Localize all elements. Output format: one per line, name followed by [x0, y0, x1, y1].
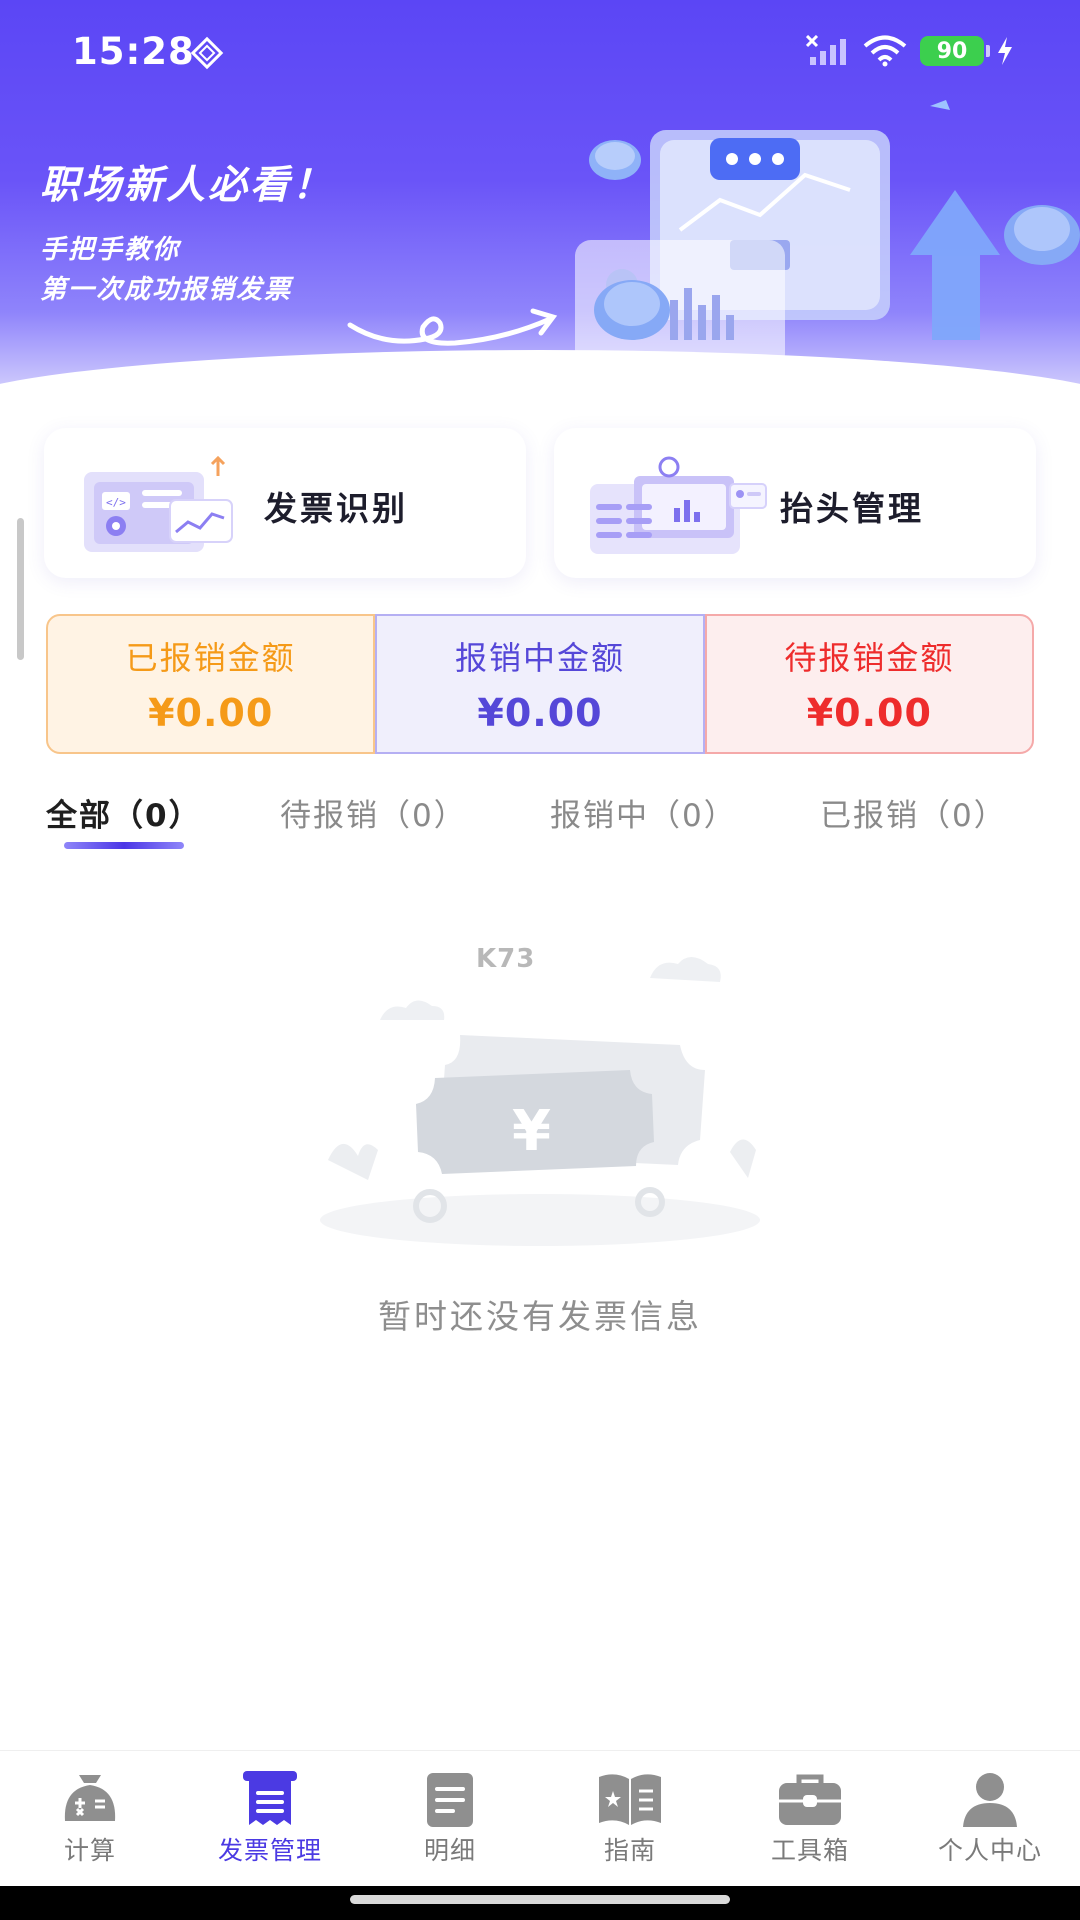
calculator-bag-icon: [64, 1775, 116, 1821]
promo-banner[interactable]: 15:28 90 职场新人必看！ 手把手教你 第一次成功报销发票: [0, 0, 1080, 400]
status-time: 15:28: [72, 30, 195, 73]
reimbursed-label: 已报销金额: [125, 639, 296, 677]
empty-ticket-illustration: ¥: [320, 957, 760, 1246]
nav-label-toolbox: 工具箱: [770, 1836, 849, 1865]
charging-bolt-icon: [998, 37, 1012, 65]
amount-summary: 已报销金额 ¥0.00 报销中金额 ¥0.00 待报销金额 ¥0.00: [46, 614, 1034, 754]
invoice-scan-icon: </>: [84, 455, 233, 552]
nav-label-profile: 个人中心: [937, 1836, 1042, 1865]
nav-item-invoice-management[interactable]: 发票管理: [180, 1751, 360, 1886]
guide-book-icon: [599, 1774, 661, 1825]
tab-in-progress[interactable]: 报销中（0）: [550, 790, 737, 835]
nav-label-details: 明细: [423, 1836, 476, 1865]
svg-text:</>: </>: [106, 496, 126, 509]
swoosh-arrow-icon: [347, 308, 558, 346]
status-bar: 15:28 90: [0, 0, 1080, 100]
title-management-card[interactable]: 抬头管理: [554, 428, 1036, 578]
banner-subtitle-1: 手把手教你: [40, 235, 181, 265]
reimbursed-value: ¥0.00: [148, 691, 274, 735]
document-list-icon: [427, 1773, 473, 1827]
in-progress-value: ¥0.00: [477, 691, 603, 735]
tab-all[interactable]: 全部（0）: [46, 790, 202, 835]
currency-symbol: ¥: [512, 1099, 551, 1164]
tab-pending[interactable]: 待报销（0）: [280, 790, 467, 835]
banner-title: 职场新人必看！: [40, 163, 335, 208]
battery-level: 90: [936, 38, 968, 64]
in-progress-amount-box[interactable]: 报销中金额 ¥0.00: [375, 614, 705, 754]
nav-label-invoice-management: 发票管理: [217, 1836, 322, 1865]
notification-mode-icon: [190, 36, 224, 70]
in-progress-label: 报销中金额: [454, 639, 625, 677]
bottom-navigation: 计算 发票管理 明细 指南 工具箱 个人中心: [0, 1750, 1080, 1886]
title-management-label: 抬头管理: [780, 489, 924, 528]
watermark: K73: [476, 944, 536, 974]
tab-reimbursed[interactable]: 已报销（0）: [820, 790, 1007, 835]
active-tab-indicator: [64, 842, 184, 849]
invoice-illustration-icon: [575, 100, 1080, 370]
pending-label: 待报销金额: [784, 639, 955, 677]
invoice-recognition-label: 发票识别: [264, 489, 408, 528]
banner-subtitle-2: 第一次成功报销发票: [40, 275, 293, 305]
person-icon: [963, 1773, 1017, 1827]
nav-item-calculate[interactable]: 计算: [0, 1751, 180, 1886]
battery-indicator: 90: [920, 36, 990, 66]
empty-state-message: 暂时还没有发票信息: [378, 1297, 702, 1336]
invoice-icon: [243, 1771, 297, 1825]
nav-item-guide[interactable]: 指南: [540, 1751, 720, 1886]
invoice-recognition-card[interactable]: </> 发票识别: [44, 428, 526, 578]
wifi-icon: [863, 35, 907, 67]
nav-label-guide: 指南: [603, 1836, 656, 1865]
nav-item-profile[interactable]: 个人中心: [900, 1751, 1080, 1886]
status-tabs: 全部（0） 待报销（0） 报销中（0） 已报销（0）: [46, 790, 1046, 850]
toolbox-icon: [779, 1774, 841, 1825]
header-board-icon: [590, 456, 767, 554]
nav-item-toolbox[interactable]: 工具箱: [720, 1751, 900, 1886]
nav-item-details[interactable]: 明细: [360, 1751, 540, 1886]
pending-value: ¥0.00: [806, 691, 932, 735]
home-indicator[interactable]: [350, 1895, 730, 1904]
signal-off-icon: [806, 35, 846, 65]
nav-label-calculate: 计算: [63, 1836, 116, 1865]
pending-amount-box[interactable]: 待报销金额 ¥0.00: [704, 614, 1034, 754]
reimbursed-amount-box[interactable]: 已报销金额 ¥0.00: [46, 614, 376, 754]
scrollbar[interactable]: [17, 518, 24, 660]
